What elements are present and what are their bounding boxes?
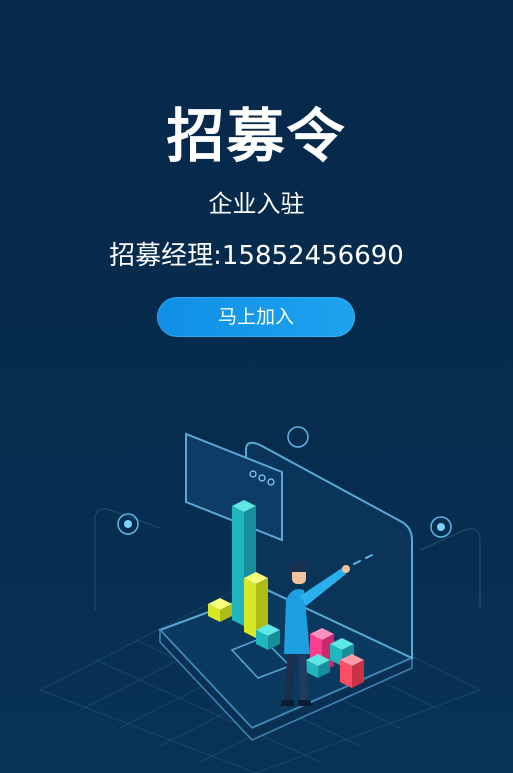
contact-phone: 招募经理:15852456690 xyxy=(109,241,404,271)
recruitment-page: 招募令 企业入驻 招募经理:15852456690 马上加入 xyxy=(0,0,513,773)
join-now-button[interactable]: 马上加入 xyxy=(157,297,355,337)
page-subtitle: 企业入驻 xyxy=(208,190,305,218)
page-title: 招募令 xyxy=(166,102,347,170)
data-analytics-illustration-icon xyxy=(38,426,482,773)
